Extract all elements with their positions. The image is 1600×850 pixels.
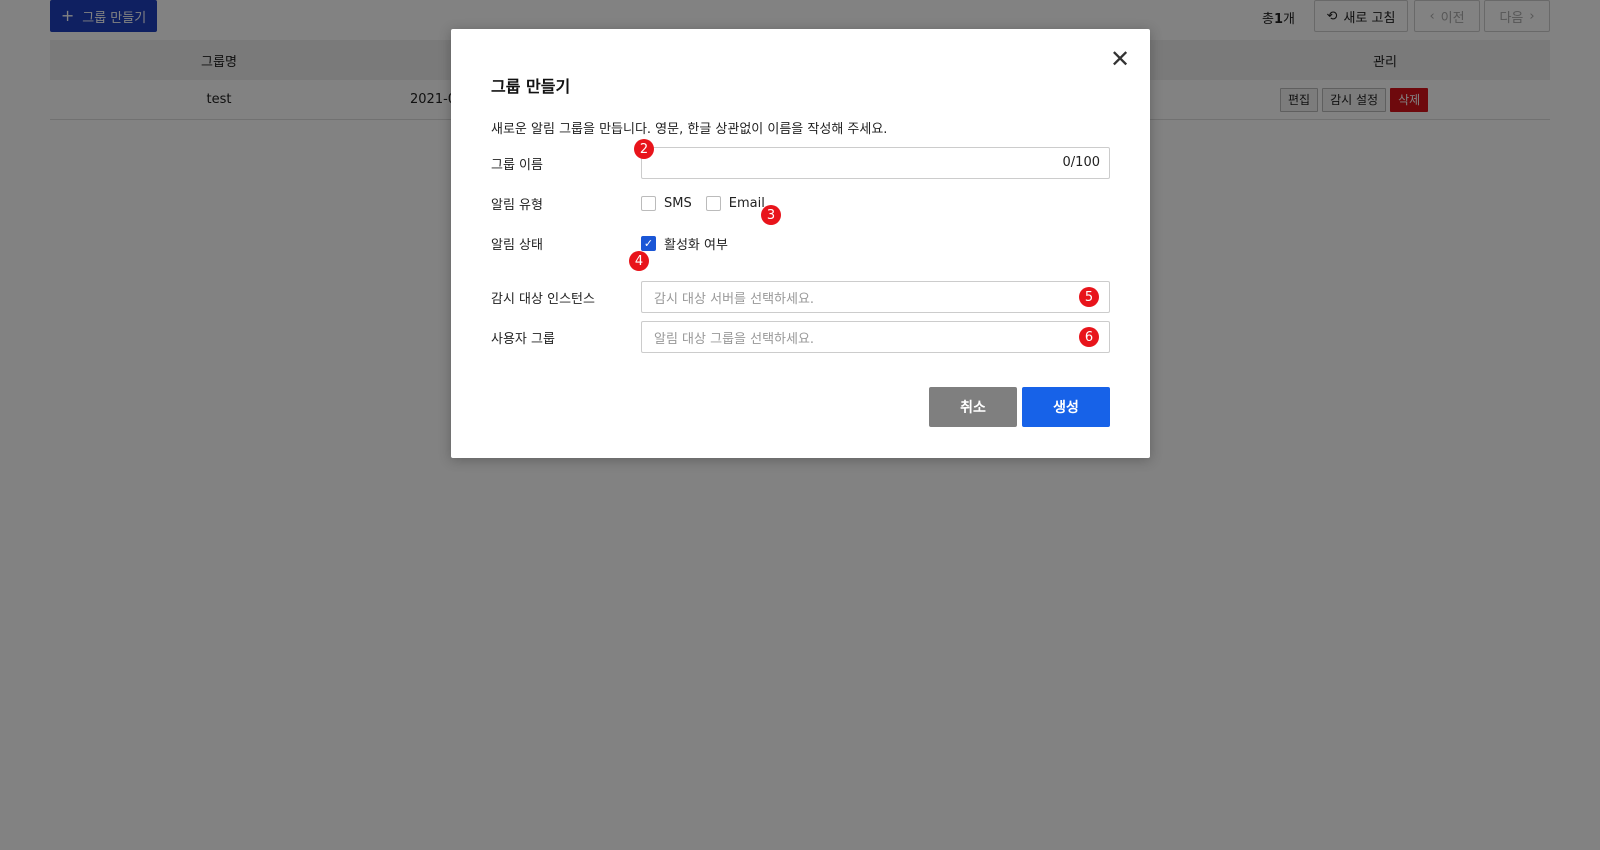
email-label: Email <box>728 195 765 211</box>
checkbox-box[interactable] <box>705 195 721 211</box>
instances-label: 감시 대상 인스턴스 <box>491 292 595 307</box>
user-group-label: 사용자 그룹 <box>491 332 555 347</box>
annotation-marker: 2 <box>634 139 654 159</box>
user-group-select[interactable]: 알림 대상 그룹을 선택하세요. <box>641 321 1110 353</box>
group-name-counter: 0/100 <box>1062 155 1100 170</box>
group-name-label: 그룹 이름 <box>491 158 543 173</box>
email-checkbox[interactable]: Email <box>705 195 765 211</box>
group-name-row: 그룹 이름 0/100 <box>491 147 1110 179</box>
check-icon[interactable]: ✓ <box>641 235 656 251</box>
instances-row: 감시 대상 인스턴스 감시 대상 서버를 선택하세요. <box>491 281 1110 313</box>
annotation-marker: 3 <box>761 205 781 225</box>
cancel-button[interactable]: 취소 <box>929 387 1017 427</box>
sms-label: SMS <box>664 195 692 211</box>
activation-label: 활성화 여부 <box>664 237 728 253</box>
alert-status-label: 알림 상태 <box>491 238 543 253</box>
annotation-marker: 5 <box>1079 287 1099 307</box>
dialog-description: 새로운 알림 그룹을 만듭니다. 영문, 한글 상관없이 이름을 작성해 주세요… <box>491 122 888 137</box>
alert-type-label: 알림 유형 <box>491 198 543 213</box>
user-group-row: 사용자 그룹 알림 대상 그룹을 선택하세요. <box>491 321 1110 353</box>
close-icon[interactable]: ✕ <box>1108 47 1132 71</box>
annotation-marker: 4 <box>629 251 649 271</box>
dialog-title: 그룹 만들기 <box>491 77 571 96</box>
sms-checkbox[interactable]: SMS <box>641 195 692 211</box>
group-name-input[interactable] <box>641 147 1110 179</box>
alert-status-row: 알림 상태 ✓ 활성화 여부 <box>491 227 1110 259</box>
create-group-dialog: ✕ 그룹 만들기 새로운 알림 그룹을 만듭니다. 영문, 한글 상관없이 이름… <box>451 29 1150 458</box>
alert-type-row: 알림 유형 SMS Email <box>491 187 1110 219</box>
annotation-marker: 6 <box>1079 327 1099 347</box>
instances-select[interactable]: 감시 대상 서버를 선택하세요. <box>641 281 1110 313</box>
create-button[interactable]: 생성 <box>1022 387 1110 427</box>
activation-checkbox[interactable]: ✓ 활성화 여부 <box>641 234 728 253</box>
checkbox-box[interactable] <box>641 195 656 211</box>
